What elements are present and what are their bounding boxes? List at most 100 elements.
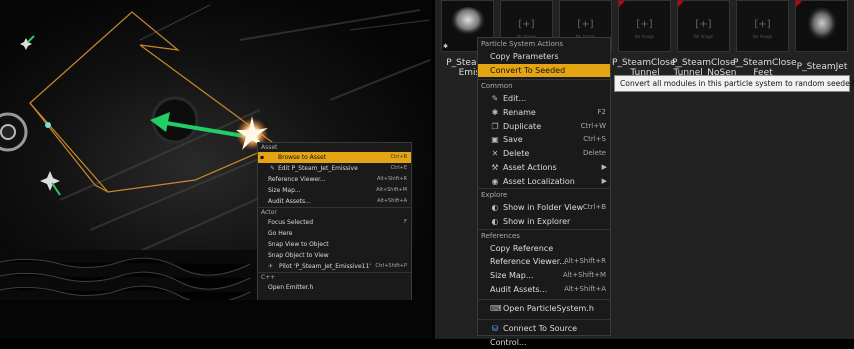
browse-to-asset-item[interactable]: ▪ Browse to Asset Ctrl+B	[258, 152, 411, 163]
menu-item-shortcut: Ctrl+W	[580, 121, 606, 130]
menu-item-shortcut: Alt+Shift+A	[564, 284, 606, 293]
menu-item-label: Asset Actions	[503, 162, 557, 172]
asset-thumbnail-steamjet[interactable]	[795, 0, 848, 52]
pilot-icon: ✈	[268, 263, 274, 270]
menu-item-shortcut: Ctrl+B	[582, 203, 606, 212]
menu-section-references: References	[481, 231, 520, 240]
placeholder-icon: [+]	[636, 19, 653, 30]
go-here-item[interactable]: Go Here	[258, 228, 411, 239]
connect-to-source-control-item[interactable]: ⛁ Connect To Source Control...	[478, 322, 610, 347]
submenu-arrow-icon: ▶	[601, 162, 607, 171]
menu-item-label: Reference Viewer...	[268, 176, 326, 183]
particle-type-icon: ✱	[443, 43, 449, 50]
menu-item-label: Save	[503, 135, 523, 145]
reference-viewer-item[interactable]: Reference Viewer... Alt+Shift+R	[258, 174, 411, 185]
show-in-folder-view-item[interactable]: ◐ Show in Folder View Ctrl+B	[478, 201, 610, 215]
browse-icon: ▪	[260, 154, 265, 161]
menu-item-label: Focus Selected	[268, 219, 314, 226]
menu-item-label: Asset Localization	[503, 176, 575, 186]
copy-parameters-item[interactable]: Copy Parameters	[478, 50, 610, 64]
duplicate-item[interactable]: ❐ Duplicate Ctrl+W	[478, 120, 610, 134]
pilot-actor-item[interactable]: ✈ Pilot 'P_Steam_Jet_Emissive11' Ctrl+Sh…	[258, 261, 411, 272]
asset-actions-item[interactable]: ⚒ Asset Actions ▶	[478, 161, 610, 175]
placeholder-icon: [+]	[695, 19, 712, 30]
menu-item-label: Duplicate	[503, 121, 542, 131]
audit-assets-item[interactable]: Audit Assets... Alt+Shift+A	[478, 283, 610, 297]
edit-asset-item[interactable]: ✎ Edit P_Steam_Jet_Emissive Ctrl+E	[258, 163, 411, 174]
save-icon: ▣	[491, 135, 499, 145]
rename-icon: ✱	[491, 108, 499, 118]
wrench-icon: ⚒	[491, 162, 499, 172]
size-map-item[interactable]: Size Map... Alt+Shift+M	[478, 269, 610, 283]
size-map-item[interactable]: Size Map... Alt+Shift+M	[258, 185, 411, 196]
edit-item[interactable]: ✎ Edit...	[478, 92, 610, 106]
delete-icon: ✕	[491, 149, 499, 159]
menu-item-label: Audit Assets...	[268, 198, 311, 205]
asset-name-line-1: P_SteamClose_	[612, 58, 681, 68]
particle-preview-image	[796, 1, 847, 51]
menu-item-shortcut: Alt+Shift+A	[377, 198, 407, 204]
rename-item[interactable]: ✱ Rename F2	[478, 106, 610, 120]
source-control-icon: ⛁	[491, 324, 499, 333]
menu-item-label: Open ParticleSystem.h	[503, 304, 594, 314]
code-icon: ⌨	[490, 304, 502, 314]
asset-localization-item[interactable]: ◉ Asset Localization ▶	[478, 175, 610, 189]
menu-item-shortcut: Ctrl+S	[583, 135, 606, 144]
explorer-icon: ◐	[491, 216, 499, 226]
audit-assets-item[interactable]: Audit Assets... Alt+Shift+A	[258, 196, 411, 207]
modified-marker	[619, 1, 625, 7]
asset-name-line-1: P_SteamJet	[796, 62, 848, 72]
save-item[interactable]: ▣ Save Ctrl+S	[478, 133, 610, 147]
no-image-label: No Image	[752, 34, 773, 39]
level-viewport-panel: Asset ▪ Browse to Asset Ctrl+B ✎ Edit P_…	[0, 0, 432, 339]
menu-item-shortcut: Alt+Shift+R	[377, 176, 407, 182]
menu-item-label: Edit...	[503, 94, 527, 104]
show-in-explorer-item[interactable]: ◐ Show in Explorer	[478, 215, 610, 229]
menu-item-label: Browse to Asset	[278, 154, 327, 161]
asset-name-line-1: P_SteamClose	[733, 58, 797, 68]
convert-to-seeded-item[interactable]: Convert To Seeded	[478, 63, 610, 78]
menu-section-common: Common	[481, 82, 513, 91]
menu-item-shortcut: Alt+Shift+M	[562, 270, 606, 279]
menu-item-shortcut: F2	[597, 108, 606, 117]
menu-section-particle-actions: Particle System Actions	[481, 40, 563, 48]
viewport-context-menu: Asset ▪ Browse to Asset Ctrl+B ✎ Edit P_…	[257, 142, 412, 300]
menu-item-label: Reference Viewer...	[490, 257, 567, 267]
menu-item-label: Size Map...	[490, 270, 534, 280]
menu-item-label: Connect To Source Control...	[490, 324, 578, 347]
snap-view-to-object-item[interactable]: Snap View to Object	[258, 239, 411, 250]
submenu-arrow-icon: ▶	[601, 176, 607, 185]
duplicate-icon: ❐	[491, 121, 499, 131]
delete-item[interactable]: ✕ Delete Delete	[478, 147, 610, 161]
placeholder-icon: [+]	[577, 19, 594, 30]
menu-item-label: Convert To Seeded	[490, 65, 566, 75]
menu-item-label: Snap Object to View	[268, 252, 329, 259]
menu-divider	[478, 299, 610, 301]
menu-item-label: Pilot 'P_Steam_Jet_Emissive11'	[279, 263, 371, 270]
menu-item-shortcut: Alt+Shift+R	[564, 257, 606, 266]
open-emitter-h-item[interactable]: Open Emitter.h	[258, 282, 411, 293]
menu-item-label: Audit Assets...	[490, 284, 548, 294]
no-image-label: No Image	[693, 34, 714, 39]
menu-item-label: Copy Parameters	[490, 52, 559, 61]
asset-thumbnail-steamclose-tunnel[interactable]: [+] No Image	[618, 0, 671, 52]
tooltip: Convert all modules in this particle sys…	[614, 75, 854, 92]
asset-thumbnail-steamclose-feet[interactable]: [+] No Image	[736, 0, 789, 52]
menu-item-shortcut: F	[404, 219, 407, 225]
reference-viewer-item[interactable]: Reference Viewer... Alt+Shift+R	[478, 255, 610, 269]
focus-selected-item[interactable]: Focus Selected F	[258, 217, 411, 228]
globe-icon: ◉	[491, 176, 499, 186]
menu-item-label: Open Emitter.h	[268, 284, 314, 291]
menu-item-shortcut: Ctrl+B	[390, 154, 407, 160]
asset-thumbnail-steamclose-tunnel-nosen[interactable]: [+] No Image	[677, 0, 730, 52]
open-particlesystem-h-item[interactable]: ⌨Open ParticleSystem.h	[478, 302, 610, 316]
snap-object-to-view-item[interactable]: Snap Object to View	[258, 250, 411, 261]
menu-section-actor: Actor	[261, 209, 277, 216]
menu-section-cpp: C++	[261, 274, 276, 281]
copy-reference-item[interactable]: Copy Reference	[478, 242, 610, 256]
menu-section-explore: Explore	[481, 191, 508, 200]
menu-item-label: Snap View to Object	[268, 241, 329, 248]
menu-item-shortcut: Ctrl+Shift+P	[375, 263, 407, 269]
level-viewport[interactable]: Asset ▪ Browse to Asset Ctrl+B ✎ Edit P_…	[0, 0, 432, 300]
menu-item-label: Rename	[503, 108, 536, 118]
